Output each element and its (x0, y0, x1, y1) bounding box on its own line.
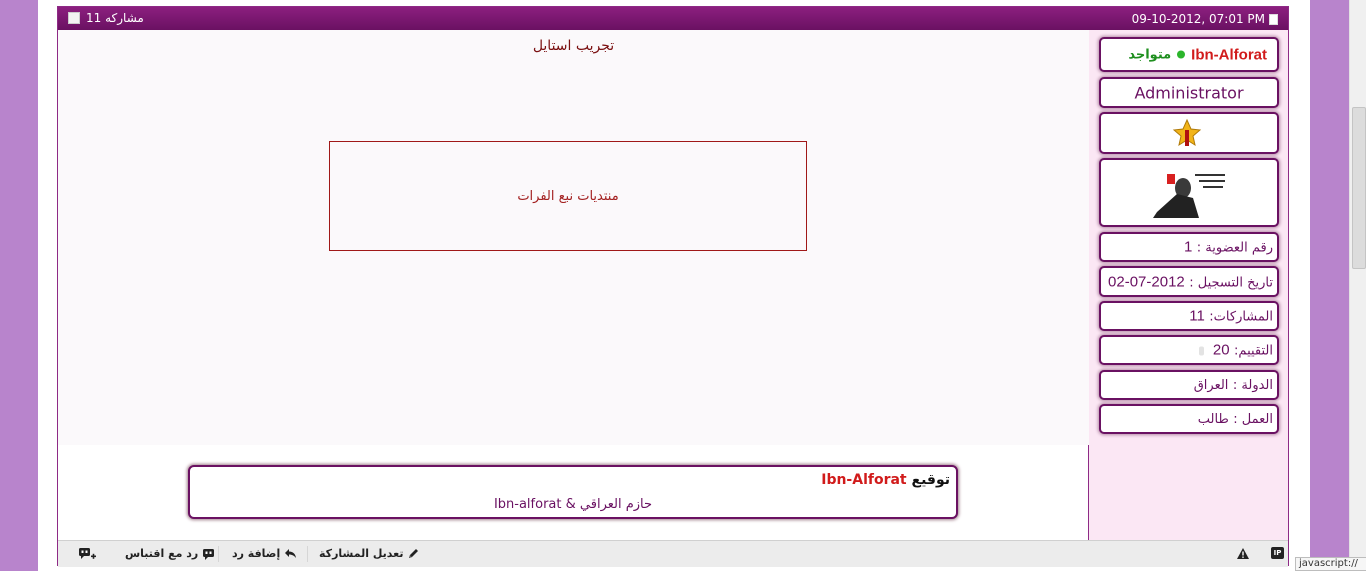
select-checkbox[interactable] (68, 12, 80, 24)
country-value: العراق (1193, 378, 1229, 393)
edit-post-button[interactable]: تعديل المشاركة (319, 547, 420, 560)
star-icon (1172, 118, 1202, 147)
signature-text: حازم العراقي & Ibn-alforat (493, 497, 653, 512)
ip-icon[interactable]: IP (1271, 547, 1284, 559)
country-card: الدولة : العراق (1099, 370, 1279, 400)
member-id-value: 1 (1183, 238, 1193, 256)
post-count[interactable]: مشاركه 11 (68, 11, 144, 25)
join-date-card: تاريخ التسجيل : 2012-07-02 (1099, 266, 1279, 297)
posts-label: المشاركات: (1209, 309, 1273, 325)
scrollbar-thumb[interactable] (1352, 107, 1366, 269)
reply-button[interactable]: إضافة رد (232, 547, 297, 560)
post-header: 09-10-2012, 07:01 PM مشاركه 11 (58, 7, 1288, 30)
occupation-label: العمل : (1233, 412, 1273, 427)
document-icon (1269, 13, 1278, 25)
reply-with-quote-button[interactable]: رد مع اقتباس (125, 547, 215, 560)
user-sidebar: Ibn-Alforat متواجد Administrator رقم الع… (1089, 30, 1288, 540)
signature-username[interactable]: Ibn-Alforat (821, 472, 906, 488)
reply-arrow-icon (285, 549, 297, 558)
star-card (1099, 112, 1279, 154)
post-toolbar: IP تعديل المشاركة إضافة رد رد مع اقتباس (58, 540, 1288, 567)
rating-value: 20 (1212, 341, 1230, 359)
signature-label: توقيع Ibn-Alforat (821, 472, 950, 488)
content-box: منتديات نبع الفرات (329, 141, 807, 251)
reply-label: إضافة رد (232, 547, 281, 560)
avatar[interactable] (1149, 168, 1229, 218)
signature-box: توقيع Ibn-Alforat حازم العراقي & Ibn-alf… (188, 465, 958, 519)
join-date-label: تاريخ التسجيل : (1189, 275, 1273, 290)
username[interactable]: Ibn-Alforat (1191, 46, 1267, 63)
online-status: متواجد (1128, 47, 1172, 62)
post-container: 09-10-2012, 07:01 PM مشاركه 11 تجريب است… (57, 6, 1289, 567)
multi-quote-icon[interactable] (78, 547, 96, 561)
post-content: تجريب استايل منتديات نبع الفرات (58, 30, 1090, 446)
posts-value: 11 (1189, 307, 1205, 325)
post-title: تجريب استايل (532, 38, 615, 54)
avatar-card (1099, 158, 1279, 227)
reply-with-quote-label: رد مع اقتباس (125, 547, 199, 560)
post-count-text: مشاركه 11 (86, 11, 144, 25)
status-bar-tooltip: javascript:// (1295, 557, 1366, 571)
quote-icon (203, 549, 215, 560)
rating-label: التقييم: (1234, 343, 1273, 359)
join-date-value: 2012-07-02 (1108, 273, 1185, 290)
member-id-card: رقم العضوية : 1 (1099, 232, 1279, 262)
posts-card: المشاركات: 11 (1099, 301, 1279, 331)
toolbar-divider (307, 546, 308, 562)
username-card: Ibn-Alforat متواجد (1099, 37, 1279, 72)
user-rank: Administrator (1134, 83, 1244, 102)
member-id-label: رقم العضوية : (1196, 240, 1273, 256)
content-box-text: منتديات نبع الفرات (517, 188, 619, 204)
country-label: الدولة : (1232, 378, 1273, 393)
report-icon[interactable] (1236, 547, 1250, 560)
online-status-icon (1177, 50, 1186, 59)
signature-label-text: توقيع (911, 472, 950, 488)
occupation-card: العمل : طالب (1099, 404, 1279, 434)
edit-post-label: تعديل المشاركة (319, 547, 404, 560)
rank-card: Administrator (1099, 77, 1279, 108)
page-scrollbar[interactable] (1349, 0, 1366, 571)
occupation-value: طالب (1197, 412, 1229, 427)
toolbar-divider (218, 546, 219, 562)
post-date-text: 09-10-2012, 07:01 PM (1131, 12, 1265, 26)
rating-icon (1199, 346, 1205, 355)
post-date: 09-10-2012, 07:01 PM (1132, 12, 1278, 26)
signature-area: توقيع Ibn-Alforat حازم العراقي & Ibn-alf… (58, 445, 1089, 540)
rating-card: التقييم: 20 (1099, 335, 1279, 365)
pencil-icon (409, 549, 419, 558)
